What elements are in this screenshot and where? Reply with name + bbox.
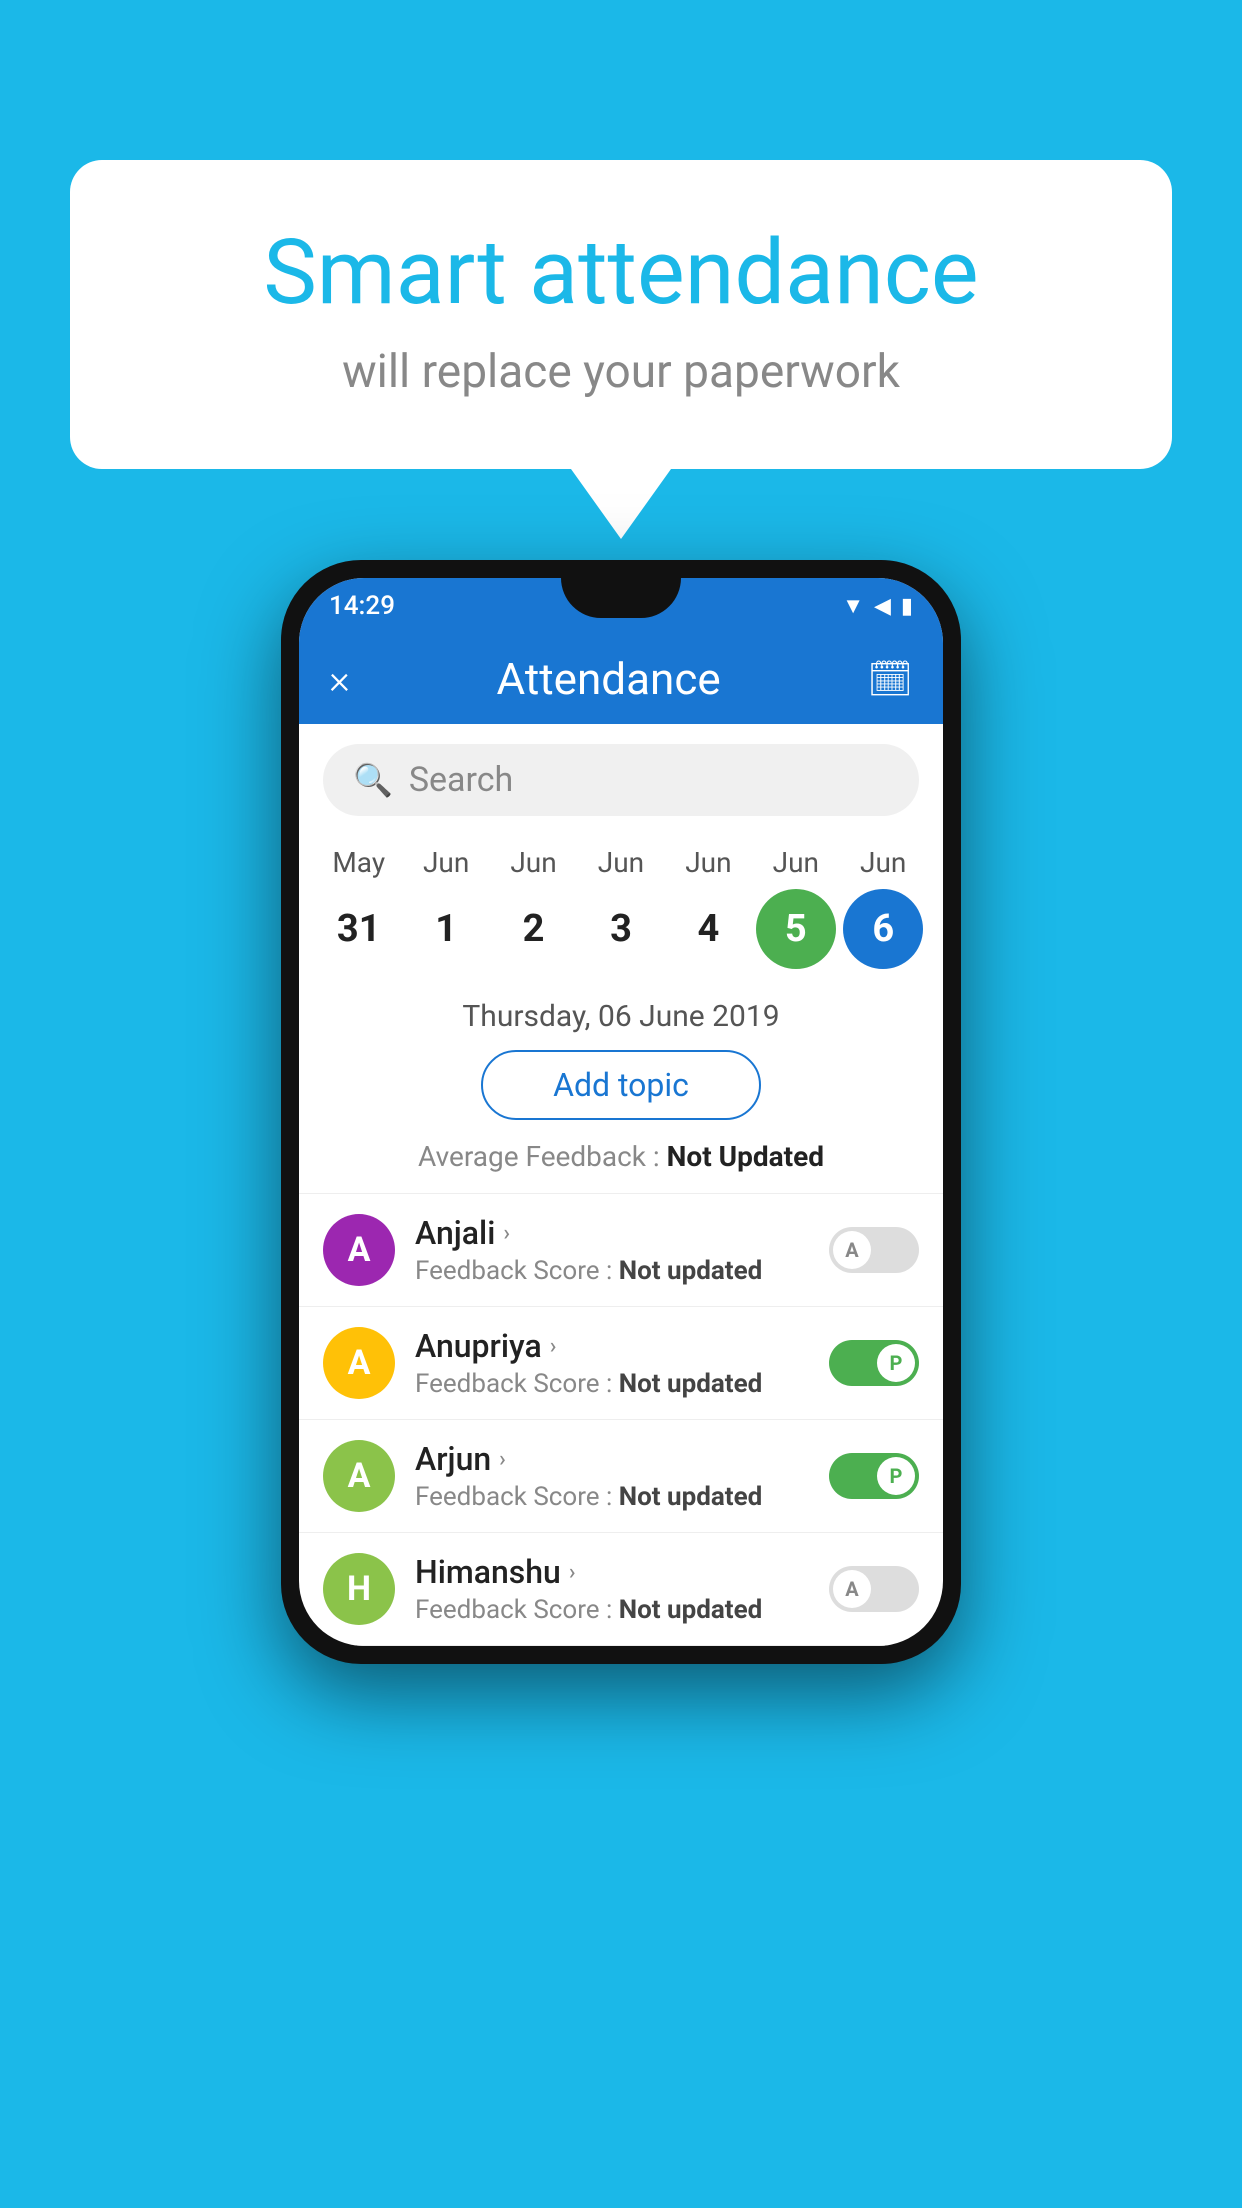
chevron-himanshu: ›: [569, 1560, 576, 1585]
student-name-anjali[interactable]: Anjali ›: [415, 1214, 809, 1252]
phone-wrapper: 14:29 ▼ ◀ ▮ × Attendance 🗓 🔍 Search: [281, 560, 961, 1664]
add-topic-button[interactable]: Add topic: [481, 1050, 761, 1120]
student-info-anjali: Anjali › Feedback Score : Not updated: [415, 1214, 809, 1286]
chevron-anupriya: ›: [550, 1334, 557, 1359]
month-0: May: [319, 846, 399, 879]
toggle-arjun[interactable]: P: [829, 1453, 919, 1499]
month-5: Jun: [756, 846, 836, 879]
speech-bubble-wrapper: Smart attendance will replace your paper…: [70, 160, 1172, 539]
student-name-anupriya[interactable]: Anupriya ›: [415, 1327, 809, 1365]
student-feedback-anupriya: Feedback Score : Not updated: [415, 1369, 809, 1399]
avatar-anjali: A: [323, 1214, 395, 1286]
student-feedback-anjali: Feedback Score : Not updated: [415, 1256, 809, 1286]
speech-bubble: Smart attendance will replace your paper…: [70, 160, 1172, 469]
day-2[interactable]: 2: [494, 889, 574, 969]
avatar-himanshu: H: [323, 1553, 395, 1625]
phone-inner: 14:29 ▼ ◀ ▮ × Attendance 🗓 🔍 Search: [299, 578, 943, 1646]
avatar-anupriya: A: [323, 1327, 395, 1399]
app-bar: × Attendance 🗓: [299, 634, 943, 724]
student-item-arjun: A Arjun › Feedback Score : Not updated P: [299, 1420, 943, 1533]
student-item-himanshu: H Himanshu › Feedback Score : Not update…: [299, 1533, 943, 1646]
day-6[interactable]: 6: [843, 889, 923, 969]
toggle-anupriya[interactable]: P: [829, 1340, 919, 1386]
toggle-knob-himanshu: A: [833, 1570, 871, 1608]
calendar-months: May Jun Jun Jun Jun Jun Jun: [299, 836, 943, 879]
status-time: 14:29: [329, 591, 395, 621]
avatar-arjun: A: [323, 1440, 395, 1512]
calendar-days: 31 1 2 3 4 5 6: [299, 879, 943, 989]
speech-bubble-title: Smart attendance: [150, 220, 1092, 325]
day-4[interactable]: 4: [668, 889, 748, 969]
day-3[interactable]: 3: [581, 889, 661, 969]
month-3: Jun: [581, 846, 661, 879]
speech-bubble-tail: [571, 469, 671, 539]
month-1: Jun: [406, 846, 486, 879]
month-2: Jun: [494, 846, 574, 879]
avg-feedback: Average Feedback : Not Updated: [299, 1140, 943, 1173]
search-placeholder: Search: [409, 760, 513, 800]
chevron-arjun: ›: [499, 1447, 506, 1472]
student-name-arjun[interactable]: Arjun ›: [415, 1440, 809, 1478]
student-name-himanshu[interactable]: Himanshu ›: [415, 1553, 809, 1591]
student-feedback-arjun: Feedback Score : Not updated: [415, 1482, 809, 1512]
phone-outer: 14:29 ▼ ◀ ▮ × Attendance 🗓 🔍 Search: [281, 560, 961, 1664]
day-1[interactable]: 1: [406, 889, 486, 969]
toggle-knob-arjun: P: [877, 1457, 915, 1495]
day-31[interactable]: 31: [319, 889, 399, 969]
student-item-anupriya: A Anupriya › Feedback Score : Not update…: [299, 1307, 943, 1420]
month-4: Jun: [668, 846, 748, 879]
calendar-icon[interactable]: 🗓: [867, 658, 913, 700]
toggle-himanshu[interactable]: A: [829, 1566, 919, 1612]
battery-icon: ▮: [901, 594, 913, 619]
student-info-anupriya: Anupriya › Feedback Score : Not updated: [415, 1327, 809, 1399]
chevron-anjali: ›: [503, 1221, 510, 1246]
date-label: Thursday, 06 June 2019: [299, 989, 943, 1050]
search-icon: 🔍: [353, 761, 393, 799]
day-5[interactable]: 5: [756, 889, 836, 969]
student-info-himanshu: Himanshu › Feedback Score : Not updated: [415, 1553, 809, 1625]
avg-feedback-value: Not Updated: [667, 1140, 824, 1173]
notch: [561, 578, 681, 618]
wifi-icon: ▼: [842, 593, 864, 619]
avg-feedback-label: Average Feedback :: [418, 1140, 660, 1173]
close-button[interactable]: ×: [329, 656, 350, 703]
toggle-knob-anupriya: P: [877, 1344, 915, 1382]
app-bar-title: Attendance: [497, 653, 721, 705]
status-bar: 14:29 ▼ ◀ ▮: [299, 578, 943, 634]
student-feedback-himanshu: Feedback Score : Not updated: [415, 1595, 809, 1625]
search-bar[interactable]: 🔍 Search: [323, 744, 919, 816]
signal-icon: ◀: [874, 594, 891, 619]
month-6: Jun: [843, 846, 923, 879]
student-item-anjali: A Anjali › Feedback Score : Not updated …: [299, 1194, 943, 1307]
status-icons: ▼ ◀ ▮: [842, 593, 913, 619]
student-info-arjun: Arjun › Feedback Score : Not updated: [415, 1440, 809, 1512]
student-list: A Anjali › Feedback Score : Not updated …: [299, 1193, 943, 1646]
toggle-knob-anjali: A: [833, 1231, 871, 1269]
speech-bubble-subtitle: will replace your paperwork: [150, 345, 1092, 399]
toggle-anjali[interactable]: A: [829, 1227, 919, 1273]
